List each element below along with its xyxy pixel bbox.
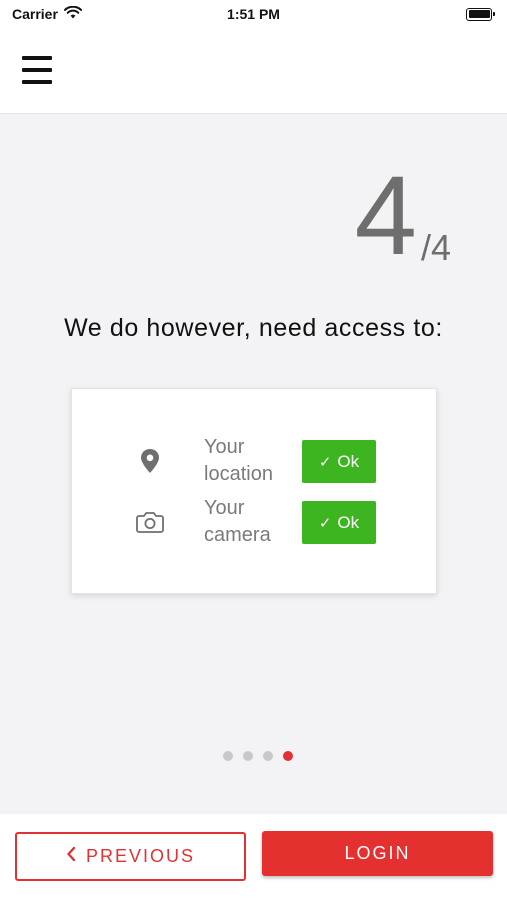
chevron-left-icon bbox=[66, 846, 76, 867]
ok-label: Ok bbox=[337, 451, 360, 471]
battery-icon bbox=[466, 7, 495, 21]
page-dot[interactable] bbox=[222, 751, 233, 761]
check-icon: ✓ bbox=[318, 514, 332, 532]
login-label: LOGIN bbox=[344, 843, 411, 863]
location-pin-icon bbox=[135, 446, 165, 476]
ok-label: Ok bbox=[337, 512, 360, 532]
camera-ok-button[interactable]: ✓ Ok bbox=[302, 501, 376, 544]
page-heading: We do however, need access to: bbox=[64, 314, 443, 342]
permission-label: Your location bbox=[204, 436, 273, 485]
camera-icon bbox=[135, 507, 165, 537]
app-header bbox=[0, 28, 507, 114]
previous-button[interactable]: PREVIOUS bbox=[15, 832, 246, 881]
hamburger-menu-icon[interactable] bbox=[22, 56, 52, 84]
status-bar: Carrier 1:51 PM bbox=[0, 0, 507, 28]
page-dot[interactable] bbox=[262, 751, 273, 761]
check-icon: ✓ bbox=[318, 453, 332, 471]
page-indicator bbox=[0, 751, 507, 761]
carrier-label: Carrier bbox=[12, 6, 58, 22]
permission-row-camera: Your camera ✓ Ok bbox=[72, 496, 436, 548]
wifi-icon bbox=[63, 5, 82, 22]
step-counter: 4 /4 bbox=[355, 160, 451, 272]
page-dot-active[interactable] bbox=[282, 751, 293, 761]
step-total: /4 bbox=[420, 227, 451, 268]
page-dot[interactable] bbox=[242, 751, 253, 761]
permission-row-location: Your location ✓ Ok bbox=[72, 435, 436, 487]
location-ok-button[interactable]: ✓ Ok bbox=[302, 440, 376, 483]
previous-label: PREVIOUS bbox=[85, 846, 196, 866]
bottom-bar: PREVIOUS LOGIN bbox=[0, 814, 507, 900]
permissions-card: Your location ✓ Ok Your camera ✓ Ok bbox=[71, 388, 437, 594]
step-current: 4 bbox=[354, 153, 417, 278]
status-left: Carrier bbox=[12, 5, 82, 22]
login-button[interactable]: LOGIN bbox=[262, 831, 493, 876]
permission-label: Your camera bbox=[204, 497, 271, 546]
